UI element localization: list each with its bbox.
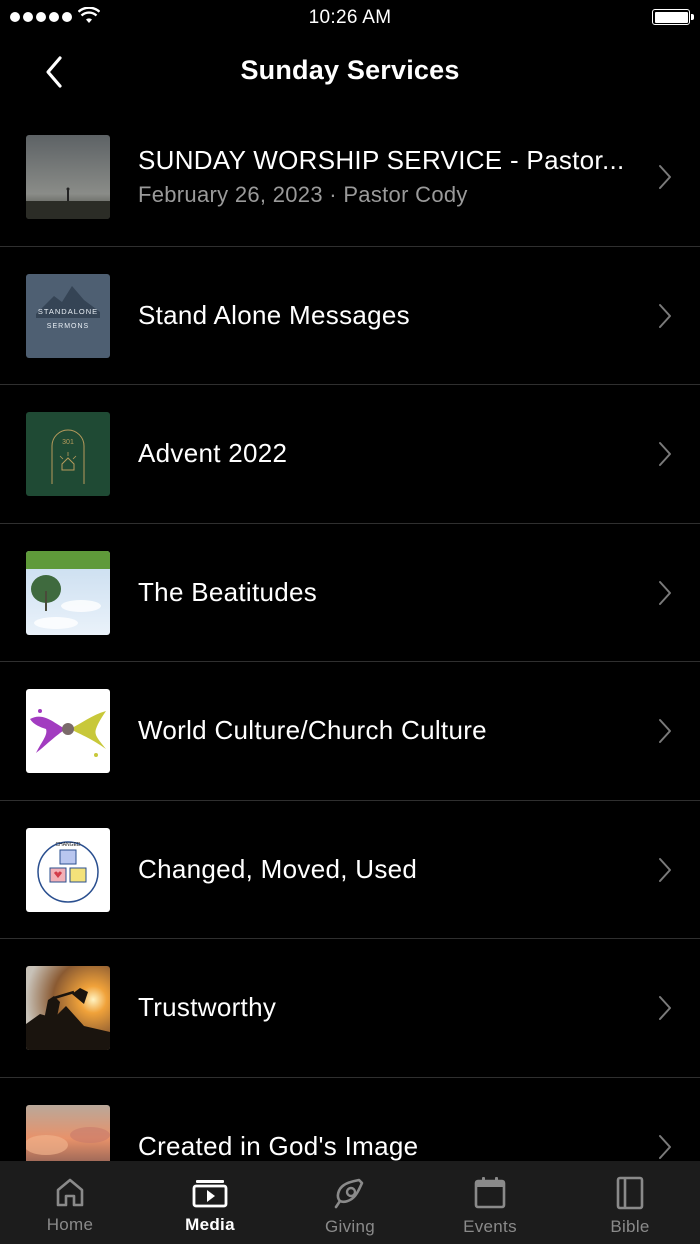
page-title: Sunday Services [240,55,460,85]
item-title: Created in God's Image [138,1130,419,1161]
home-icon [56,1178,84,1207]
thumbnail-text: STANDALONE [38,307,98,316]
events-icon [474,1177,506,1209]
item-subtitle: February 26, 2023 · Pastor Cody [138,182,468,208]
tab-label: Bible [610,1217,650,1236]
battery-tip [691,14,694,20]
status-time: 10:26 AM [308,7,392,28]
item-title: Trustworthy [138,992,277,1023]
series-list: SUNDAY WORSHIP SERVICE - Pastor... Febru… [0,108,700,1216]
tab-events[interactable]: Events [420,1161,560,1244]
giving-icon [334,1178,364,1209]
tab-label: Media [185,1215,235,1234]
status-bar: 10:26 AM [0,0,700,36]
tab-label: Home [46,1215,94,1234]
chevron-right-icon [659,580,671,605]
thumbnail-text: 301 [62,439,74,446]
series-thumbnail: STANDALONE SERMONS [26,273,110,358]
list-item[interactable]: World Culture/Church Culture [0,662,700,801]
media-icon [192,1180,228,1208]
battery-icon [652,9,690,25]
chevron-right-icon [659,996,671,1020]
item-title: Stand Alone Messages [138,299,410,330]
item-title: SUNDAY WORSHIP SERVICE - Pastor... [138,145,625,176]
tab-media[interactable]: Media [140,1161,280,1244]
list-item[interactable]: SUNDAY WORSHIP SERVICE - Pastor... Febru… [0,108,700,247]
item-title: World Culture/Church Culture [138,715,487,746]
item-title: Advent 2022 [138,438,288,469]
list-item[interactable]: CHANGED Changed, Moved, Used [0,801,700,939]
tab-bar: Home Media Giving Events Bible [0,1161,700,1244]
tab-home[interactable]: Home [0,1161,140,1244]
list-item[interactable]: Trustworthy [0,939,700,1078]
tab-label: Giving [325,1217,375,1236]
series-thumbnail [26,689,110,773]
chevron-right-icon [659,719,671,743]
chevron-right-icon [659,1134,671,1159]
series-thumbnail [26,966,110,1050]
tab-bible[interactable]: Bible [560,1161,700,1244]
chevron-right-icon [659,442,671,466]
chevron-right-icon [659,857,671,882]
bible-icon [616,1176,644,1210]
navigation-bar: Sunday Services [0,36,700,108]
item-title: Changed, Moved, Used [138,853,418,884]
item-title: The Beatitudes [138,576,318,607]
series-thumbnail: CHANGED [26,827,110,912]
series-thumbnail [26,550,110,635]
series-thumbnail: 301 [26,412,110,496]
tab-giving[interactable]: Giving [280,1161,420,1244]
series-thumbnail [26,135,110,219]
tab-label: Events [463,1217,517,1236]
thumbnail-text: CHANGED [55,842,80,848]
list-item[interactable]: The Beatitudes [0,524,700,662]
list-item[interactable]: STANDALONE SERMONS Stand Alone Messages [0,247,700,385]
list-item[interactable]: 301 Advent 2022 [0,385,700,524]
thumbnail-text-2: SERMONS [47,323,89,330]
chevron-right-icon [659,165,671,189]
chevron-right-icon [659,303,671,328]
